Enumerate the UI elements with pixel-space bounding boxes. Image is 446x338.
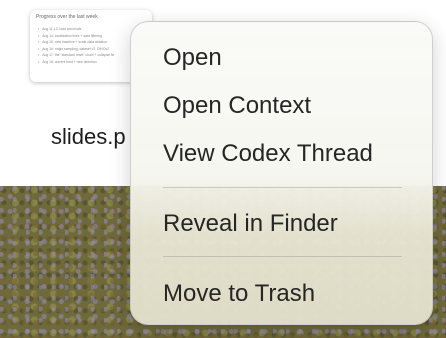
context-menu: Open Open Context View Codex Thread Reve… bbox=[130, 21, 433, 325]
thumbnail-bullet: Aug 17: the "standard reset" chain + col… bbox=[38, 52, 114, 59]
thumbnail-title: Progress over the last week bbox=[36, 14, 98, 20]
menu-separator bbox=[163, 256, 402, 257]
thumbnail-bullet: Aug 15: new baseline + scale-data ablati… bbox=[38, 39, 114, 46]
thumbnail-bullet-list: Aug 11-13: load and evals Aug 14: locali… bbox=[38, 26, 114, 65]
menu-item-reveal-in-finder[interactable]: Reveal in Finder bbox=[163, 210, 338, 238]
menu-item-open-context[interactable]: Open Context bbox=[163, 92, 311, 120]
menu-item-open[interactable]: Open bbox=[163, 44, 222, 72]
thumbnail-bullet: Aug 18: current best + new direction bbox=[38, 59, 114, 66]
menu-item-view-codex-thread[interactable]: View Codex Thread bbox=[163, 140, 373, 168]
file-name-label[interactable]: slides.p bbox=[51, 124, 126, 150]
menu-item-move-to-trash[interactable]: Move to Trash bbox=[163, 280, 315, 308]
menu-separator bbox=[163, 187, 402, 188]
